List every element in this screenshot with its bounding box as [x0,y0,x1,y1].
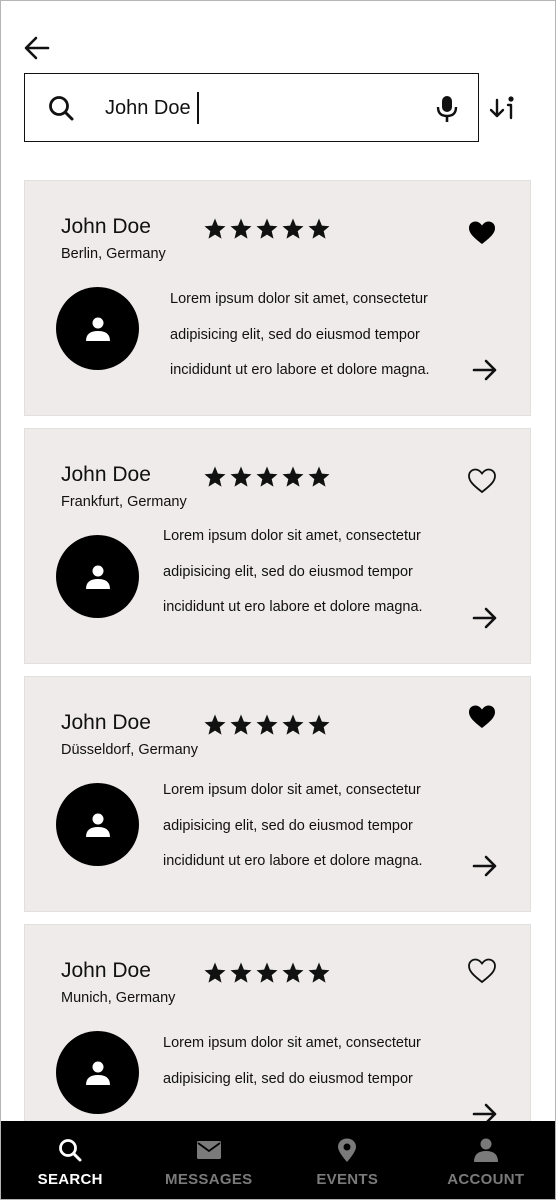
result-card[interactable]: John Doe Frankfurt, Germany Lorem ipsum … [24,428,531,664]
nav-messages[interactable]: MESSAGES [140,1121,279,1199]
person-icon [85,317,110,341]
back-button[interactable] [22,34,52,62]
star-icon [282,218,304,239]
avatar[interactable] [56,1031,139,1114]
star-rating [203,465,331,489]
star-icon [204,466,226,487]
person-icon [473,1138,498,1162]
star-icon [256,962,278,983]
person-icon [85,1061,110,1085]
star-icon [308,218,330,239]
star-icon [230,962,252,983]
nav-label: SEARCH [37,1171,103,1188]
nav-label: MESSAGES [165,1171,253,1188]
description-line: adipisicing elit, sed do eiusmod tempor [163,817,413,834]
arrow-right-icon[interactable] [471,357,499,383]
star-icon [282,962,304,983]
description-line: adipisicing elit, sed do eiusmod tempor [163,1070,413,1087]
result-card[interactable]: John Doe Berlin, Germany Lorem ipsum dol… [24,180,531,416]
search-icon [59,1139,82,1162]
nav-label: ACCOUNT [447,1171,525,1188]
star-icon [256,714,278,735]
heart-outline-icon[interactable] [467,957,497,985]
star-icon [256,218,278,239]
star-icon [204,218,226,239]
heart-filled-icon[interactable] [467,219,497,247]
microphone-icon[interactable] [435,94,459,124]
description-line: adipisicing elit, sed do eiusmod tempor [170,326,420,343]
result-location: Düsseldorf, Germany [61,742,198,758]
description-line: Lorem ipsum dolor sit amet, consectetur [163,1035,421,1051]
result-location: Frankfurt, Germany [61,494,187,510]
description-line: incididunt ut ero labore et dolore magna… [163,599,423,615]
result-description: Lorem ipsum dolor sit amet, consectetur … [170,282,470,389]
arrow-left-icon [24,36,50,60]
search-icon [49,96,74,121]
description-line: incididunt ut ero labore et dolore magna… [170,362,430,378]
result-name: John Doe [61,215,151,238]
result-card[interactable]: John Doe Düsseldorf, Germany Lorem ipsum… [24,676,531,912]
result-name: John Doe [61,959,151,982]
star-icon [308,962,330,983]
star-icon [204,962,226,983]
star-icon [308,714,330,735]
result-description: Lorem ipsum dolor sit amet, consectetur … [163,1026,463,1097]
search-input-value: John Doe [105,96,191,119]
nav-search[interactable]: SEARCH [1,1121,140,1199]
person-icon [85,813,110,837]
star-icon [204,714,226,735]
description-line: Lorem ipsum dolor sit amet, consectetur [170,291,428,307]
star-rating [203,961,331,985]
star-icon [230,714,252,735]
sort-icon [489,96,514,120]
description-line: Lorem ipsum dolor sit amet, consectetur [163,528,421,544]
star-icon [282,466,304,487]
person-icon [85,565,110,589]
bottom-nav: SEARCH MESSAGES EVENTS ACCOUNT [1,1121,555,1199]
star-rating [203,713,331,737]
text-cursor [196,92,199,124]
avatar[interactable] [56,287,139,370]
nav-account[interactable]: ACCOUNT [417,1121,556,1199]
star-icon [230,466,252,487]
star-icon [282,714,304,735]
location-pin-icon [338,1138,357,1162]
result-name: John Doe [61,463,151,486]
star-icon [308,466,330,487]
nav-events[interactable]: EVENTS [278,1121,417,1199]
search-input[interactable]: John Doe [105,90,435,126]
star-rating [203,217,331,241]
result-description: Lorem ipsum dolor sit amet, consectetur … [163,519,463,626]
description-line: Lorem ipsum dolor sit amet, consectetur [163,782,421,798]
search-bar: John Doe [24,73,479,142]
arrow-right-icon[interactable] [471,853,499,879]
heart-filled-icon[interactable] [467,703,497,731]
mail-icon [196,1141,221,1159]
result-description: Lorem ipsum dolor sit amet, consectetur … [163,773,463,880]
result-location: Munich, Germany [61,990,176,1006]
description-line: adipisicing elit, sed do eiusmod tempor [163,563,413,580]
nav-label: EVENTS [316,1171,379,1188]
sort-button[interactable] [487,94,519,122]
result-location: Berlin, Germany [61,246,166,262]
star-icon [230,218,252,239]
avatar[interactable] [56,535,139,618]
star-icon [256,466,278,487]
avatar[interactable] [56,783,139,866]
description-line: incididunt ut ero labore et dolore magna… [163,853,423,869]
result-name: John Doe [61,711,151,734]
arrow-right-icon[interactable] [471,605,499,631]
heart-outline-icon[interactable] [467,467,497,495]
